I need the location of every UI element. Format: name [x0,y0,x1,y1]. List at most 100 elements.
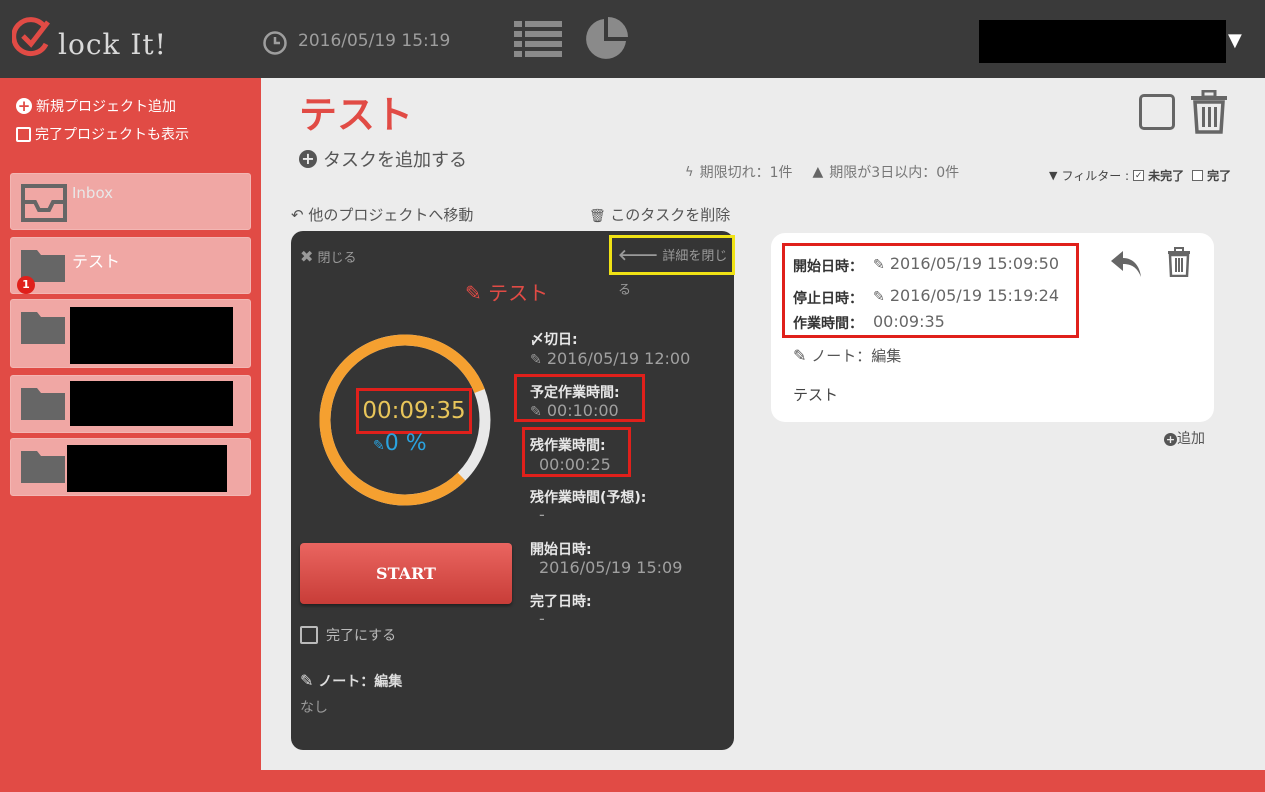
add-task-button[interactable]: + タスクを追加する [299,146,467,172]
delete-task-link[interactable]: 🗑 このタスクを削除 [589,204,730,225]
edit-icon: ✎ [873,257,885,273]
filter-incomplete-checkbox[interactable]: ✓ [1133,170,1145,181]
app-logo-text: lock It! [58,28,167,61]
start-button[interactable]: START [300,543,512,604]
deadline-text: 2016/05/19 12:00 [546,349,691,368]
log-stop-value[interactable]: ✎ 2016/05/19 15:19:24 [873,286,1059,305]
filter-label: フィルター : [1061,169,1130,183]
plus-circle-icon: + [16,97,32,115]
main-content: テスト + タスクを追加する ϟ 期限切れ：1件 ▲ 期限が3日以内：0件 ▼ … [261,78,1265,770]
app-header: lock It! 2016/05/19 15:19 ▼ [0,0,1265,78]
folder-icon [21,312,65,344]
close-label: 閉じる [317,251,357,266]
add-log-label: 追加 [1177,431,1205,447]
add-project-button[interactable]: + 新規プロジェクト追加 [16,96,176,116]
complete-label: 完了にする [326,628,397,644]
sidebar-item-masked-1[interactable] [10,299,251,368]
due-soon-count: 期限が3日以内：0件 [829,165,960,181]
user-dropdown-icon[interactable]: ▼ [1228,30,1242,51]
planned-time-value[interactable]: ✎ 00:10:00 [530,401,619,420]
log-start-label: 開始日時： [793,259,863,275]
arrow-left-icon: 🡐 [618,246,659,264]
trash-icon: 🗑 [589,209,606,224]
clock-icon [263,31,287,55]
sidebar-item-inbox[interactable]: Inbox [10,173,251,230]
edit-icon: ✎ [530,352,542,368]
task-filter: ▼ フィルター : ✓ 未完了 完了 [1049,167,1231,184]
start-date-label: 開始日時: [530,542,592,558]
trash-icon[interactable] [1189,90,1229,134]
edit-icon: ✎ [300,671,314,690]
plus-circle-icon: + [1164,433,1177,446]
reply-icon[interactable] [1109,249,1143,279]
close-icon: ✖ [300,247,314,266]
sidebar-item-test[interactable]: テスト 1 [10,237,251,294]
add-project-label: 新規プロジェクト追加 [36,99,176,115]
reply-arrow-icon: ↶ [291,206,304,224]
deadline-label: 〆切日: [530,332,578,348]
log-start-text: 2016/05/19 15:09:50 [889,254,1059,273]
time-log-card: 開始日時： ✎ 2016/05/19 15:09:50 停止日時： ✎ 2016… [771,233,1214,422]
progress-percent[interactable]: ✎0 % [373,431,427,456]
deadline-value[interactable]: ✎ 2016/05/19 12:00 [530,349,690,368]
trash-icon[interactable] [1167,247,1191,277]
filter-icon: ▼ [1049,169,1058,182]
checkmark-logo-icon [12,17,50,57]
log-note-edit-link[interactable]: ✎ ノート：編集 [793,345,901,366]
edit-icon: ✎ [530,404,542,420]
lightning-icon: ϟ [685,164,694,180]
edit-icon: ✎ [873,289,885,305]
complete-project-checkbox[interactable] [1139,94,1175,130]
pie-chart-icon[interactable] [582,15,630,63]
add-log-button[interactable]: + 追加 [1164,428,1205,448]
redacted-project-name [70,381,233,426]
sidebar-item-masked-3[interactable] [10,438,251,496]
user-menu-masked[interactable] [979,20,1226,63]
task-detail-panel: ✖ 閉じる 🡐 詳細を閉じる ✎ テスト 00:09:35 ✎0 % START… [291,231,735,750]
warning-icon: ▲ [812,164,824,180]
note-label-text: ノート：編集 [318,674,403,690]
remaining-time-label: 残作業時間: [530,438,606,454]
log-start-value[interactable]: ✎ 2016/05/19 15:09:50 [873,254,1059,273]
checkbox-icon[interactable] [300,626,318,644]
log-note-label: ノート：編集 [811,347,902,365]
end-date-value: - [539,609,545,628]
folder-icon [21,388,65,420]
redacted-project-name [67,445,227,492]
sidebar-item-label: テスト [72,252,121,271]
list-view-icon[interactable] [514,19,562,59]
edit-icon: ✎ [465,281,482,305]
add-task-label: タスクを追加する [323,150,467,171]
overdue-count: 期限切れ：1件 [699,165,793,181]
start-date-value: 2016/05/19 15:09 [539,558,683,577]
bottom-strip [261,770,1265,792]
project-title: テスト [299,93,414,137]
show-completed-projects-toggle[interactable]: 完了プロジェクトも表示 [16,124,189,144]
log-stop-label: 停止日時： [793,291,863,307]
planned-time-text: 00:10:00 [546,401,619,420]
log-worktime-value: 00:09:35 [873,312,945,331]
move-link-label: 他のプロジェクトへ移動 [308,206,474,224]
log-worktime-label: 作業時間： [793,316,863,332]
task-title[interactable]: ✎ テスト [465,277,548,306]
inbox-icon [21,184,67,222]
task-title-label: テスト [488,281,549,305]
move-to-project-link[interactable]: ↶ 他のプロジェクトへ移動 [291,204,473,225]
sidebar-item-label: Inbox [72,184,114,202]
sidebar-item-masked-2[interactable] [10,375,251,433]
progress-percent-value: 0 % [384,431,427,456]
checkbox-icon[interactable] [16,126,31,142]
remaining-estimate-value: - [539,505,545,524]
close-panel-button[interactable]: ✖ 閉じる [300,247,357,266]
close-detail-button[interactable]: 🡐 詳細を閉じる [609,235,735,298]
plus-circle-icon: + [299,150,317,168]
current-datetime: 2016/05/19 15:19 [298,31,451,51]
delete-link-label: このタスクを削除 [610,206,731,224]
deadline-summary: ϟ 期限切れ：1件 ▲ 期限が3日以内：0件 [685,162,959,182]
note-edit-link[interactable]: ✎ ノート：編集 [300,671,402,691]
show-completed-label: 完了プロジェクトも表示 [35,127,189,143]
note-value: なし [300,700,328,716]
mark-complete-toggle[interactable]: 完了にする [300,625,396,645]
filter-incomplete-label: 未完了 [1148,169,1185,183]
filter-complete-checkbox[interactable] [1192,170,1204,181]
